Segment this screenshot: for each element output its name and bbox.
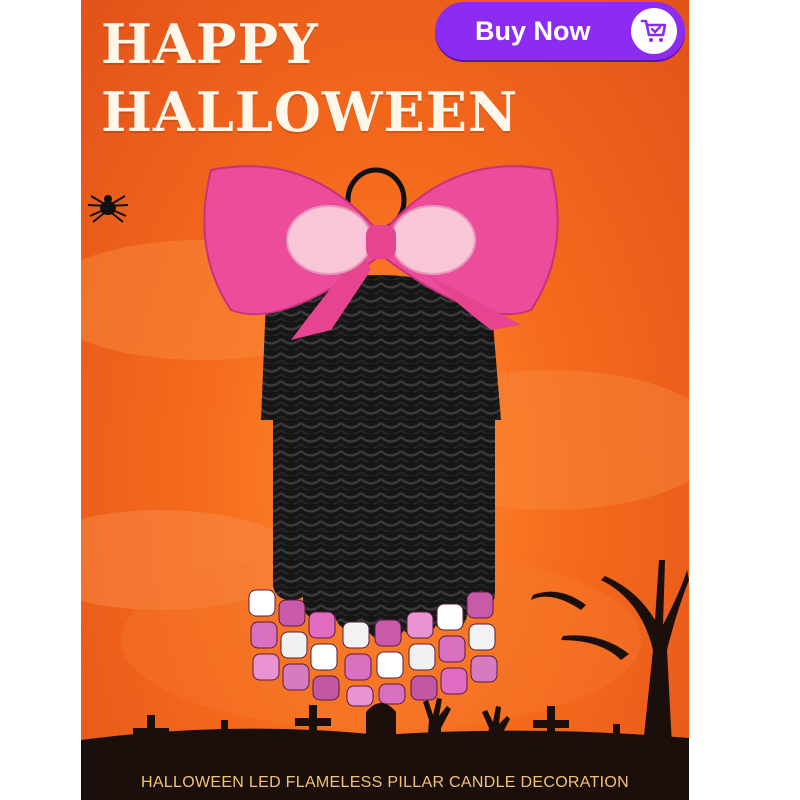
halloween-ad-banner: HAPPY HALLOWEEN Buy Now HALLOWEEN LED FL… [81,0,689,800]
graveyard-silhouette [81,560,689,800]
footer-caption: HALLOWEEN LED FLAMELESS PILLAR CANDLE DE… [140,774,629,791]
